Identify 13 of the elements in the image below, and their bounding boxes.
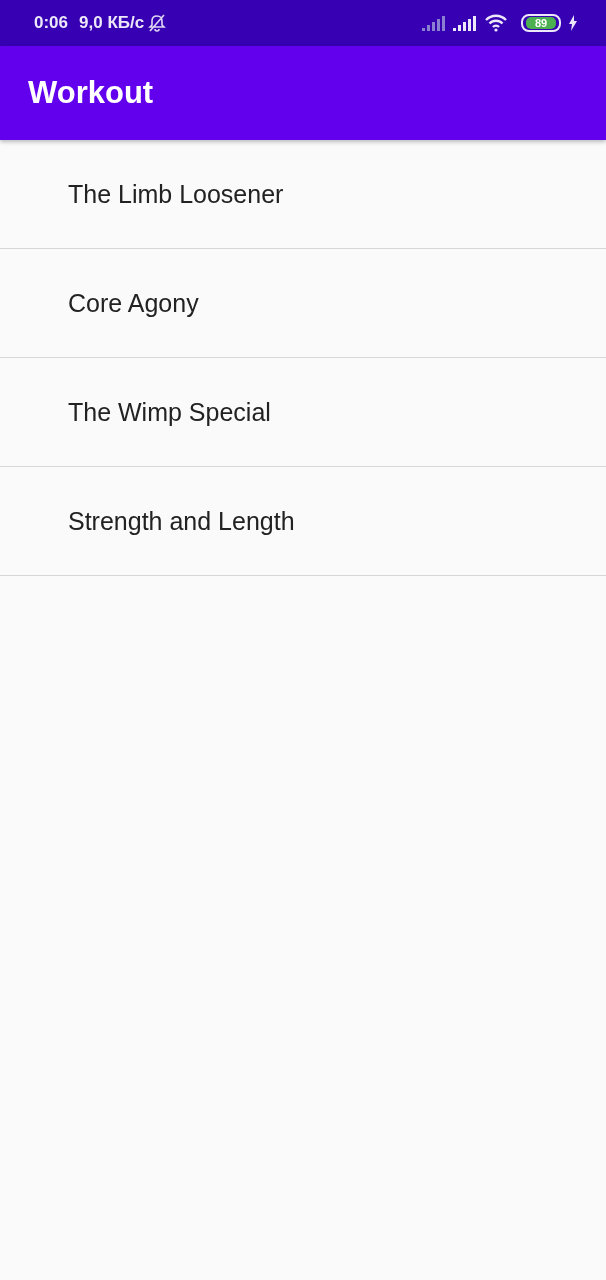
workout-item[interactable]: The Wimp Special xyxy=(0,358,606,467)
workout-item[interactable]: Strength and Length xyxy=(0,467,606,576)
battery-percent: 89 xyxy=(525,17,557,29)
signal-icon xyxy=(453,15,477,31)
network-speed: 9,0 КБ/с xyxy=(79,13,145,33)
signal-icon xyxy=(422,15,446,31)
workout-item[interactable]: The Limb Loosener xyxy=(0,140,606,249)
charging-icon xyxy=(568,15,578,31)
app-title: Workout xyxy=(28,75,154,111)
workout-item[interactable]: Core Agony xyxy=(0,249,606,358)
bell-off-icon xyxy=(147,13,168,33)
clock-time: 0:06 xyxy=(34,13,69,33)
wifi-icon xyxy=(484,14,508,32)
